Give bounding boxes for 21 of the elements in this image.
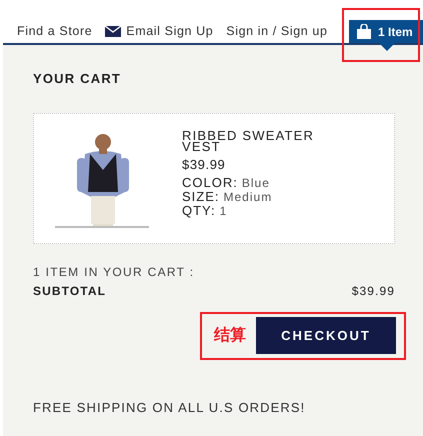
attribute-label: COLOR: (182, 175, 238, 190)
item-count: 1 ITEM IN YOUR CART : (33, 265, 196, 279)
envelope-icon (105, 26, 122, 37)
attribute-label: SIZE: (182, 189, 220, 204)
nav-link[interactable]: Find a Store (17, 20, 92, 43)
nav-link[interactable]: Sign in / Sign up (226, 20, 328, 43)
attribute-value: 1 (220, 204, 228, 218)
email-signup-link[interactable]: Email Sign Up (105, 20, 214, 43)
product-price: $39.99 (182, 157, 226, 172)
shipping-note: FREE SHIPPING ON ALL U.S ORDERS! (33, 400, 306, 415)
product-name[interactable]: RIBBED SWEATER VEST (182, 130, 322, 152)
cart-title: YOUR CART (33, 71, 122, 86)
shopping-bag-icon (357, 24, 371, 39)
attribute-value: Blue (242, 176, 270, 190)
checkout-button[interactable]: CHECKOUT (256, 317, 396, 354)
subtotal-value: $39.99 (352, 284, 395, 298)
cart-button[interactable]: 1 Item (349, 20, 423, 43)
attribute-label: QTY: (182, 203, 216, 218)
annotation-label: 结算 (214, 326, 246, 346)
attribute-value: Medium (224, 190, 272, 204)
subtotal-label: SUBTOTAL (33, 284, 106, 298)
